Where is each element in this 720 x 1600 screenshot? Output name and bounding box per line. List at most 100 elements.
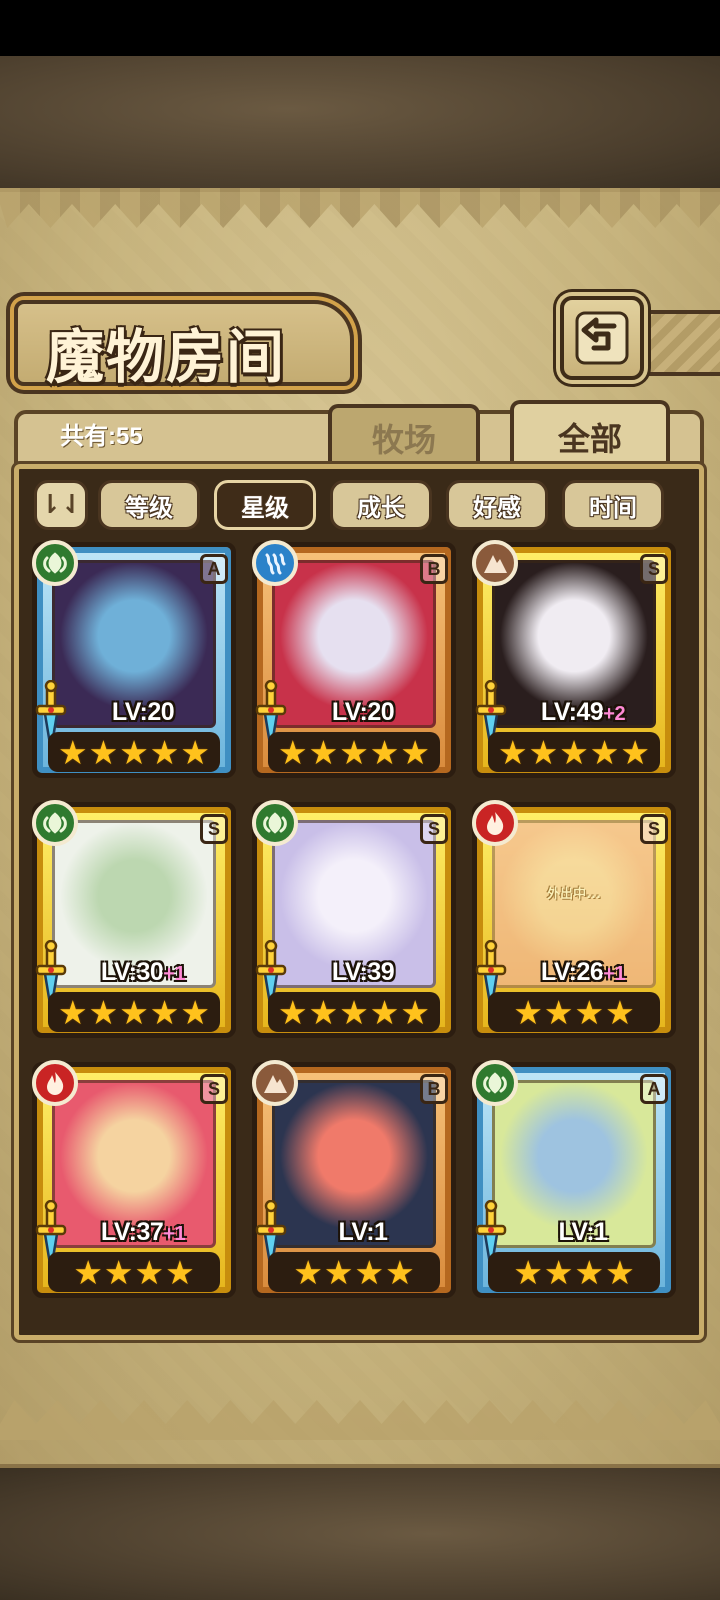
star-icon: ★ <box>180 992 210 1032</box>
star-icon: ★ <box>339 992 369 1032</box>
level-bonus: +1 <box>603 963 626 985</box>
level-text: LV:1 <box>338 1218 388 1246</box>
monster-level: LV:20 <box>68 698 218 727</box>
monster-level: LV:1 <box>288 1218 438 1247</box>
sort-bar: ⇂⇃ 等级 星级 成长 好感 时间 <box>34 480 694 532</box>
monster-card[interactable]: A LV:1 ★ ★ ★ ★ <box>468 1060 680 1304</box>
level-text: LV:37 <box>100 1218 164 1246</box>
star-icon: ★ <box>620 732 650 772</box>
sort-time-button[interactable]: 时间 <box>562 480 664 530</box>
wood-element-icon <box>32 800 78 846</box>
star-rating: ★ ★ ★ ★ ★ <box>268 992 440 1032</box>
level-text: LV:30 <box>100 958 164 986</box>
rank-badge: B <box>420 1074 448 1104</box>
tab-ranch[interactable]: 牧场 <box>328 404 480 468</box>
star-rating: ★ ★ ★ ★ ★ <box>268 732 440 772</box>
star-icon: ★ <box>385 1252 415 1292</box>
monster-card[interactable]: S LV:30+1 ★ ★ ★ ★ ★ <box>28 800 240 1044</box>
monster-count: 共有:55 <box>60 423 143 450</box>
monster-level: LV:39 <box>288 958 438 987</box>
rank-badge: B <box>420 554 448 584</box>
star-icon: ★ <box>73 1252 103 1292</box>
monster-level: LV:20 <box>288 698 438 727</box>
star-icon: ★ <box>354 1252 385 1292</box>
star-icon: ★ <box>58 992 88 1032</box>
background-map-top <box>0 56 720 188</box>
star-rating: ★ ★ ★ ★ <box>488 1252 660 1292</box>
monster-level: LV:49+2 <box>508 698 658 727</box>
sort-level-button[interactable]: 等级 <box>98 480 200 530</box>
monster-card[interactable]: S LV:39 ★ ★ ★ ★ ★ <box>248 800 460 1044</box>
rank-badge: A <box>640 1074 668 1104</box>
rank-badge: S <box>640 814 668 844</box>
star-icon: ★ <box>513 1252 543 1292</box>
wood-element-icon <box>472 1060 518 1106</box>
star-icon: ★ <box>149 732 180 772</box>
star-icon: ★ <box>589 732 620 772</box>
star-icon: ★ <box>574 1252 605 1292</box>
page-title: 魔物房间 <box>46 323 287 391</box>
monster-level: LV:26+1 <box>508 958 658 987</box>
earth-element-icon <box>472 540 518 586</box>
level-bonus: +2 <box>603 703 626 725</box>
star-icon: ★ <box>513 992 543 1032</box>
rank-badge: S <box>200 1074 228 1104</box>
level-text: LV:20 <box>331 698 395 726</box>
star-icon: ★ <box>119 732 149 772</box>
star-icon: ★ <box>400 992 430 1032</box>
star-icon: ★ <box>369 992 400 1032</box>
star-icon: ★ <box>308 992 339 1032</box>
star-icon: ★ <box>605 992 635 1032</box>
star-rating: ★ ★ ★ ★ <box>48 1252 220 1292</box>
back-arrow-icon <box>575 311 629 365</box>
star-icon: ★ <box>134 1252 165 1292</box>
star-icon: ★ <box>574 992 605 1032</box>
star-icon: ★ <box>543 1252 574 1292</box>
background-map-bottom <box>0 1468 720 1600</box>
star-icon: ★ <box>339 732 369 772</box>
level-text: LV:20 <box>111 698 175 726</box>
star-icon: ★ <box>369 732 400 772</box>
monster-card[interactable]: S LV:49+2 ★ ★ ★ ★ ★ <box>468 540 680 784</box>
monster-card[interactable]: A LV:20 ★ ★ ★ ★ ★ <box>28 540 240 784</box>
level-bonus: +1 <box>163 1223 186 1245</box>
star-icon: ★ <box>323 1252 354 1292</box>
star-rating: ★ ★ ★ ★ ★ <box>48 992 220 1032</box>
water-element-icon <box>252 540 298 586</box>
sort-growth-button[interactable]: 成长 <box>330 480 432 530</box>
monster-level: LV:30+1 <box>68 958 218 987</box>
star-icon: ★ <box>119 992 149 1032</box>
level-text: LV:39 <box>331 958 395 986</box>
sort-affection-button[interactable]: 好感 <box>446 480 548 530</box>
star-icon: ★ <box>165 1252 195 1292</box>
monster-card[interactable]: 外出中... S LV:26+1 ★ ★ ★ ★ <box>468 800 680 1044</box>
star-icon: ★ <box>180 732 210 772</box>
star-icon: ★ <box>58 732 88 772</box>
level-bonus: +1 <box>163 963 186 985</box>
title-banner: 魔物房间 <box>14 300 354 391</box>
status-bar <box>0 0 720 56</box>
star-rating: ★ ★ ★ ★ ★ <box>48 732 220 772</box>
star-icon: ★ <box>559 732 589 772</box>
sort-star-button[interactable]: 星级 <box>214 480 316 530</box>
star-icon: ★ <box>605 1252 635 1292</box>
rank-badge: A <box>200 554 228 584</box>
star-icon: ★ <box>88 732 119 772</box>
star-icon: ★ <box>278 992 308 1032</box>
star-icon: ★ <box>88 992 119 1032</box>
monster-card[interactable]: S LV:37+1 ★ ★ ★ ★ <box>28 1060 240 1304</box>
rank-badge: S <box>420 814 448 844</box>
level-text: LV:26 <box>540 958 604 986</box>
level-text: LV:49 <box>540 698 604 726</box>
star-icon: ★ <box>308 732 339 772</box>
sort-order-toggle[interactable]: ⇂⇃ <box>34 480 88 530</box>
back-button[interactable] <box>560 296 644 380</box>
star-rating: ★ ★ ★ ★ ★ <box>488 732 660 772</box>
monster-card[interactable]: B LV:20 ★ ★ ★ ★ ★ <box>248 540 460 784</box>
star-icon: ★ <box>528 732 559 772</box>
rank-badge: S <box>640 554 668 584</box>
tab-all[interactable]: 全部 <box>510 400 670 470</box>
star-icon: ★ <box>498 732 528 772</box>
monster-card[interactable]: B LV:1 ★ ★ ★ ★ <box>248 1060 460 1304</box>
monster-level: LV:1 <box>508 1218 658 1247</box>
